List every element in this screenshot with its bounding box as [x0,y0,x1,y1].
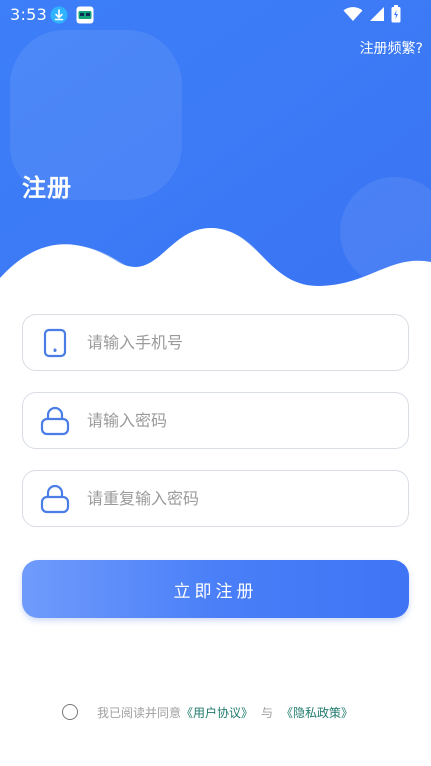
confirm-password-input[interactable] [87,471,387,526]
password-input[interactable] [87,393,387,448]
agreement-checkbox[interactable] [62,704,78,720]
status-bar: 3:53 [0,0,431,30]
confirm-password-field[interactable] [22,470,409,527]
agreement-prefix: 我已阅读并同意 [97,705,182,720]
frequent-registration-link[interactable]: 注册频繁? [360,38,423,58]
lock-icon [40,406,70,436]
page-title: 注册 [22,174,72,202]
user-agreement-link[interactable]: 《用户协议》 [181,704,253,721]
agreement-separator: 与 [261,705,274,720]
wifi-icon [343,7,363,21]
app-notification-icon [76,6,94,24]
phone-icon [43,328,67,358]
download-icon [50,6,68,24]
battery-icon [391,5,401,23]
status-right-icons [343,5,401,23]
phone-field[interactable] [22,314,409,371]
agreement-row: 我已阅读并同意 《用户协议》 与 《隐私政策》 [62,703,353,721]
register-button[interactable]: 立即注册 [22,560,409,618]
privacy-policy-link[interactable]: 《隐私政策》 [281,704,353,721]
status-time: 3:53 [10,5,48,24]
signal-icon [370,7,384,21]
lock-icon [40,484,70,514]
password-field[interactable] [22,392,409,449]
phone-input[interactable] [87,315,387,370]
